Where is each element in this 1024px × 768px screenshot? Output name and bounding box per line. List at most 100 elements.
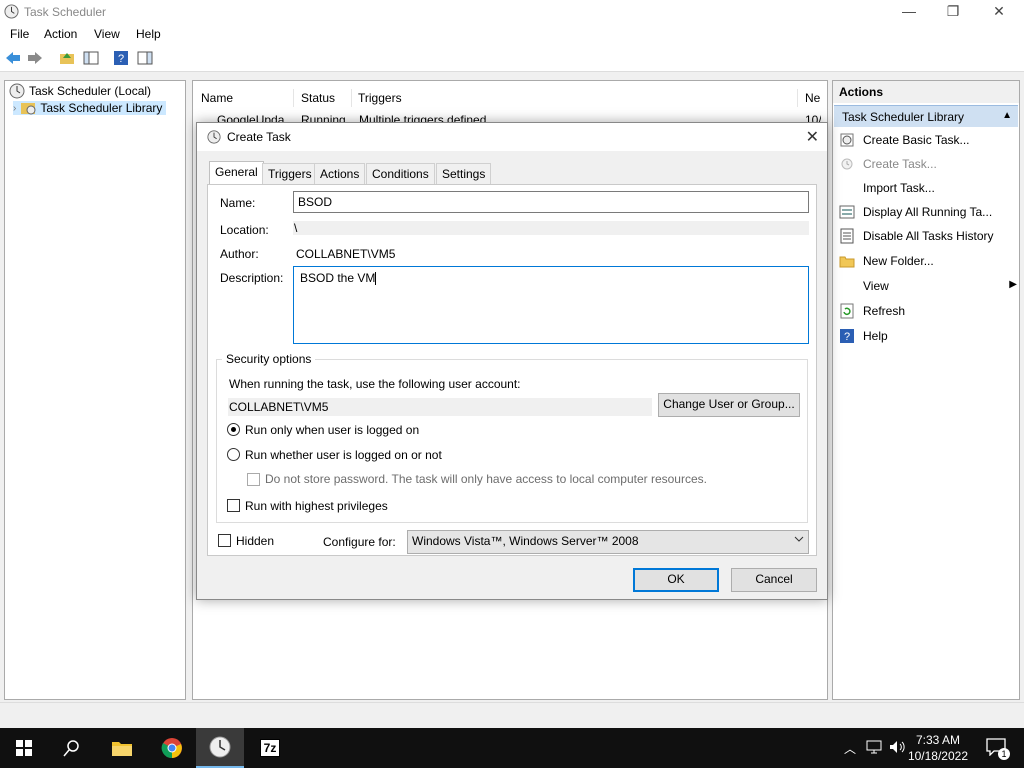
search-icon xyxy=(63,740,79,757)
tree-item-library[interactable]: › Task Scheduler Library xyxy=(13,101,167,115)
taskbar-chrome[interactable] xyxy=(148,728,196,768)
collapse-triangle-icon[interactable]: ▲ xyxy=(1002,110,1012,121)
description-text: BSOD the VM xyxy=(300,271,376,285)
status-bar xyxy=(0,702,1024,724)
start-button[interactable] xyxy=(0,728,48,768)
menu-file[interactable]: File xyxy=(10,27,29,41)
notification-center-button[interactable]: 1 xyxy=(986,738,1010,760)
action-help[interactable]: ? Help xyxy=(839,325,1017,347)
action-create-task[interactable]: Create Task... xyxy=(839,153,1017,175)
actions-section-label: Task Scheduler Library xyxy=(842,110,965,124)
console-tree: Task Scheduler (Local) › Task Scheduler … xyxy=(4,80,186,700)
history-icon xyxy=(839,228,855,244)
dialog-title: Create Task xyxy=(227,130,291,144)
create-task-dialog: Create Task ✕ General Triggers Actions C… xyxy=(196,122,828,600)
expand-chevron-icon[interactable]: › xyxy=(13,103,16,114)
svg-text:?: ? xyxy=(118,53,124,65)
run-logged-on-label[interactable]: Run only when user is logged on xyxy=(245,423,419,437)
checkbox-no-store-password[interactable] xyxy=(247,473,260,486)
taskbar-7zip[interactable]: 7z xyxy=(246,728,294,768)
column-divider[interactable] xyxy=(293,89,294,107)
tab-actions[interactable]: Actions xyxy=(314,163,366,185)
action-disable-history[interactable]: Disable All Tasks History xyxy=(839,225,1017,247)
tree-root[interactable]: Task Scheduler (Local) xyxy=(9,83,151,99)
action-import-task[interactable]: Import Task... xyxy=(839,177,1017,199)
show-hidden-icons-chevron-icon[interactable]: ︿ xyxy=(844,740,856,757)
menu-view[interactable]: View xyxy=(94,27,120,41)
ok-button[interactable]: OK xyxy=(633,568,719,592)
run-whether-label[interactable]: Run whether user is logged on or not xyxy=(245,448,442,462)
dialog-titlebar: Create Task ✕ xyxy=(197,123,827,151)
author-value: COLLABNET\VM5 xyxy=(296,247,396,261)
minimize-button[interactable]: — xyxy=(886,0,932,24)
column-divider[interactable] xyxy=(351,89,352,107)
action-display-running[interactable]: Display All Running Ta... xyxy=(839,201,1017,223)
system-clock[interactable]: 7:33 AM 10/18/2022 xyxy=(908,732,968,764)
action-view[interactable]: View ▶ xyxy=(839,275,1017,297)
action-label: Refresh xyxy=(863,304,906,318)
action-label: Display All Running Ta... xyxy=(863,205,993,219)
highest-privileges-label[interactable]: Run with highest privileges xyxy=(245,499,388,513)
security-options-legend: Security options xyxy=(222,352,316,366)
action-label: Create Task... xyxy=(863,157,937,171)
checkbox-hidden[interactable] xyxy=(218,534,231,547)
configure-for-dropdown[interactable]: Windows Vista™, Windows Server™ 2008 xyxy=(407,530,809,554)
actions-section-header[interactable]: Task Scheduler Library ▲ xyxy=(834,105,1018,127)
create-task-icon xyxy=(839,156,855,172)
action-refresh[interactable]: Refresh xyxy=(839,300,1017,322)
action-label: New Folder... xyxy=(863,254,934,268)
description-textarea[interactable]: BSOD the VM xyxy=(293,266,809,344)
taskbar-file-explorer[interactable] xyxy=(98,728,146,768)
general-tab-panel: Name: BSOD Location: \ Author: COLLABNET… xyxy=(207,184,817,556)
column-divider[interactable] xyxy=(797,89,798,107)
tab-triggers[interactable]: Triggers xyxy=(262,163,318,185)
location-value: \ xyxy=(293,221,809,235)
account-value: COLLABNET\VM5 xyxy=(228,398,652,416)
show-hide-tree-icon[interactable] xyxy=(82,49,100,67)
location-label: Location: xyxy=(220,223,269,237)
action-create-basic-task[interactable]: Create Basic Task... xyxy=(839,129,1017,151)
tab-settings[interactable]: Settings xyxy=(436,163,492,185)
change-user-button[interactable]: Change User or Group... xyxy=(658,393,800,417)
configure-for-label: Configure for: xyxy=(323,535,396,549)
clock-icon xyxy=(9,83,25,99)
column-header-name[interactable]: Name xyxy=(201,91,233,105)
taskbar-task-scheduler[interactable] xyxy=(196,728,244,768)
blank-icon xyxy=(839,278,855,294)
show-hide-action-pane-icon[interactable] xyxy=(136,49,154,67)
account-prompt: When running the task, use the following… xyxy=(229,377,521,391)
column-header-status[interactable]: Status xyxy=(301,91,335,105)
checkbox-highest-privileges[interactable] xyxy=(227,499,240,512)
menu-action[interactable]: Action xyxy=(44,27,77,41)
maximize-button[interactable]: ❐ xyxy=(930,0,976,24)
tab-conditions[interactable]: Conditions xyxy=(366,163,435,185)
forward-arrow-icon[interactable] xyxy=(26,49,44,67)
help-toolbar-icon[interactable]: ? xyxy=(112,49,130,67)
hidden-label[interactable]: Hidden xyxy=(236,534,274,548)
action-new-folder[interactable]: New Folder... xyxy=(839,250,1017,272)
dialog-close-button[interactable]: ✕ xyxy=(806,127,819,147)
refresh-icon xyxy=(839,303,855,319)
menu-help[interactable]: Help xyxy=(136,27,161,41)
no-store-password-label[interactable]: Do not store password. The task will onl… xyxy=(265,472,707,486)
column-header-next[interactable]: Ne xyxy=(805,91,820,105)
name-input[interactable]: BSOD xyxy=(293,191,809,213)
clock-time: 7:33 AM xyxy=(915,733,960,747)
radio-run-logged-on[interactable] xyxy=(227,423,240,436)
volume-icon[interactable] xyxy=(888,739,906,758)
clock-date: 10/18/2022 xyxy=(907,749,968,763)
network-icon[interactable] xyxy=(866,739,882,758)
create-basic-task-icon xyxy=(839,132,855,148)
tab-general[interactable]: General xyxy=(209,161,264,186)
actions-header: Actions xyxy=(833,81,1019,103)
folder-clock-icon xyxy=(21,103,36,115)
configure-for-value: Windows Vista™, Windows Server™ 2008 xyxy=(412,534,639,548)
toolbar: ? xyxy=(0,44,1024,72)
search-button[interactable] xyxy=(48,728,96,768)
cancel-button[interactable]: Cancel xyxy=(731,568,817,592)
close-window-button[interactable]: ✕ xyxy=(976,0,1022,24)
radio-run-whether[interactable] xyxy=(227,448,240,461)
back-arrow-icon[interactable] xyxy=(4,49,22,67)
up-folder-icon[interactable] xyxy=(58,49,76,67)
column-header-triggers[interactable]: Triggers xyxy=(358,91,402,105)
